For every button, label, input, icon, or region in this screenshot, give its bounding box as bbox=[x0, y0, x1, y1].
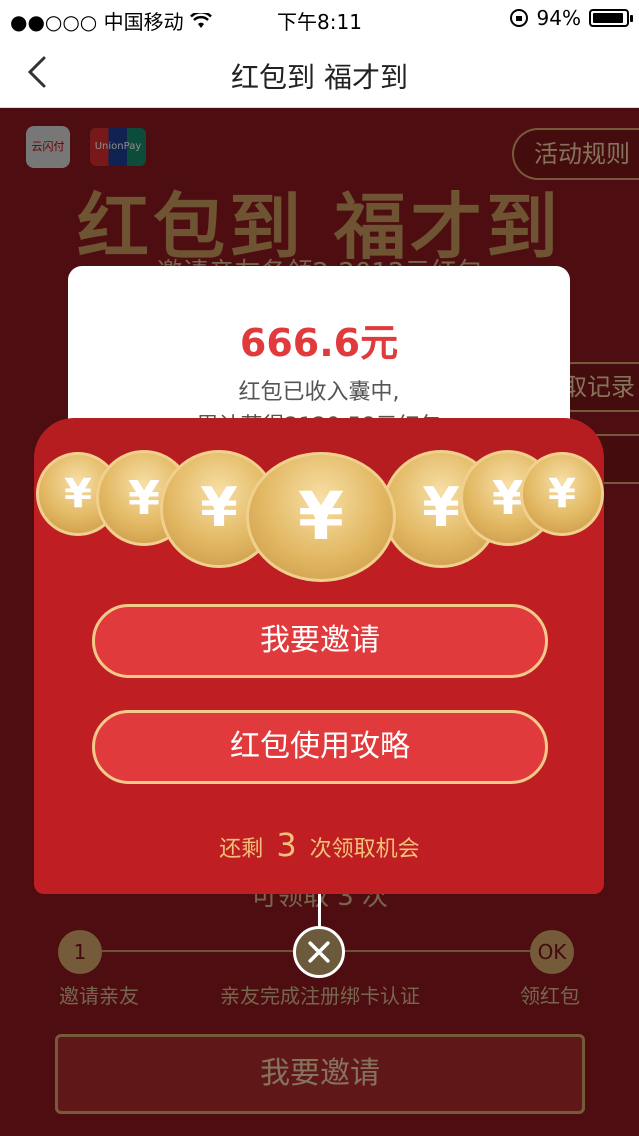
remaining-prefix: 还剩 bbox=[219, 837, 264, 862]
usage-guide-button[interactable]: 红包使用攻略 bbox=[92, 710, 548, 784]
close-icon[interactable] bbox=[293, 926, 345, 978]
battery-fill bbox=[593, 13, 624, 23]
coin-icon: ¥ bbox=[246, 452, 396, 582]
reward-amount: 666.6元 bbox=[239, 321, 399, 365]
battery-percent: 94% bbox=[536, 6, 581, 30]
coin-icon: ¥ bbox=[520, 452, 604, 536]
remaining-chances: 还剩 3 次领取机会 bbox=[0, 826, 639, 864]
remaining-count: 3 bbox=[276, 826, 297, 864]
reward-message-line1: 红包已收入囊中, bbox=[238, 380, 400, 405]
page-title: 红包到 福才到 bbox=[231, 61, 408, 94]
remaining-suffix: 次领取机会 bbox=[309, 837, 420, 862]
close-connector bbox=[318, 894, 321, 930]
status-bar: ●●○○○ 中国移动 下午8:11 94% bbox=[0, 0, 639, 38]
invite-button[interactable]: 我要邀请 bbox=[92, 604, 548, 678]
nav-bar: 红包到 福才到 bbox=[0, 38, 639, 108]
battery-icon bbox=[589, 9, 633, 27]
orientation-lock-icon bbox=[509, 9, 528, 27]
status-right: 94% bbox=[509, 6, 633, 30]
